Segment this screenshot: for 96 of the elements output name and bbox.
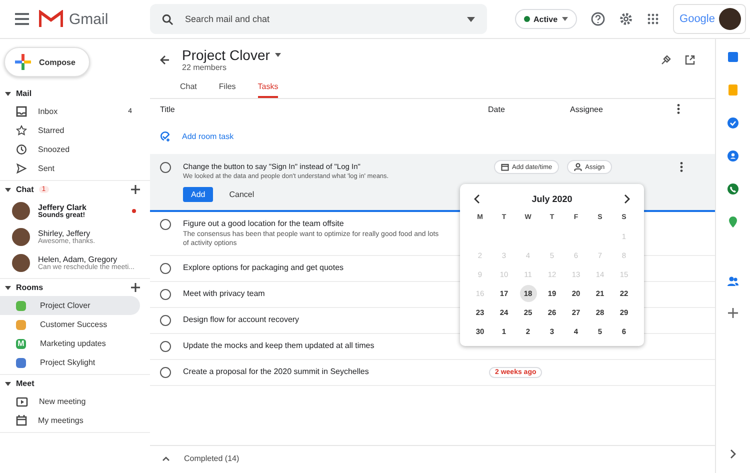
add-icon[interactable] xyxy=(131,185,140,194)
room-item[interactable]: M Marketing updates xyxy=(0,334,140,353)
column-header: Title xyxy=(160,104,176,114)
calendar-app-icon[interactable] xyxy=(727,51,739,63)
account-switcher[interactable]: Google xyxy=(672,4,746,34)
nav-item[interactable]: Starred xyxy=(0,121,150,140)
clock-icon xyxy=(16,144,27,155)
column-header: Date xyxy=(488,104,506,114)
brand-wordmark: Google xyxy=(680,13,715,25)
search-icon xyxy=(162,14,173,24)
search-bar[interactable]: Search mail and chat xyxy=(150,4,487,34)
task-checkbox[interactable] xyxy=(160,315,171,326)
avatar-circle xyxy=(12,228,30,246)
chevron-up-icon xyxy=(162,456,170,461)
section-heading[interactable]: Mail xyxy=(16,89,32,98)
calendar-icon xyxy=(16,415,27,426)
plus-icon xyxy=(15,54,31,70)
tab[interactable]: Chat xyxy=(180,78,197,98)
open-in-new-icon[interactable] xyxy=(685,54,695,64)
task-checkbox[interactable] xyxy=(160,341,171,352)
add-icon[interactable] xyxy=(728,308,738,318)
collapse-caret-icon[interactable] xyxy=(5,286,11,290)
maps-app-icon[interactable] xyxy=(727,216,739,228)
inbox-icon xyxy=(16,106,27,117)
settings-icon[interactable] xyxy=(618,12,633,26)
video-icon xyxy=(16,396,28,406)
add-room-task-button[interactable]: Add room task xyxy=(150,119,715,154)
chevron-right-icon[interactable] xyxy=(730,449,736,459)
chat-name: Shirley, Jeffery xyxy=(38,229,90,238)
nav-item[interactable]: Snoozed xyxy=(0,140,150,159)
member-count: 22 members xyxy=(182,63,228,72)
month-label: July 2020 xyxy=(532,194,572,204)
status-dropdown[interactable]: Active xyxy=(514,9,577,29)
add-task-icon xyxy=(160,131,171,142)
help-icon[interactable] xyxy=(590,12,605,26)
task-title[interactable]: Update the mocks and keep them updated at all times xyxy=(183,341,445,350)
room-title: Project Clover xyxy=(182,47,270,63)
avatar-circle xyxy=(719,8,741,30)
task-title[interactable]: Design flow for account recovery xyxy=(183,315,445,324)
task-title[interactable]: Meet with privacy team xyxy=(183,289,445,298)
people-app-icon[interactable] xyxy=(727,275,739,287)
phone-app-icon[interactable] xyxy=(727,183,739,195)
task-title[interactable]: Figure out a good location for the team offsite xyxy=(183,219,445,228)
task-title[interactable]: Explore options for packaging and get quotes xyxy=(183,263,445,272)
tasks-app-icon[interactable] xyxy=(727,117,739,129)
column-header: Assignee xyxy=(570,104,604,114)
section-heading[interactable]: Chat xyxy=(16,185,34,194)
more-options-icon[interactable] xyxy=(677,104,680,114)
collapse-caret-icon[interactable] xyxy=(5,92,11,96)
compose-button[interactable]: Compose xyxy=(4,47,90,77)
cancel-button[interactable]: Cancel xyxy=(223,187,260,202)
apps-grid-icon[interactable] xyxy=(646,13,659,25)
unread-dot xyxy=(132,209,136,213)
product-name: Gmail xyxy=(69,10,108,28)
add-button[interactable]: Add xyxy=(183,187,214,202)
star-icon xyxy=(16,125,27,136)
caret-icon xyxy=(562,17,568,21)
task-title[interactable]: Create a proposal for the 2020 summit in Seychelles xyxy=(183,367,445,376)
person-icon xyxy=(574,163,582,171)
send-icon xyxy=(16,163,27,174)
room-item[interactable]: Project Skylight xyxy=(0,353,140,372)
nav-item[interactable]: Sent xyxy=(0,159,150,178)
collapse-caret-icon[interactable] xyxy=(5,382,11,386)
more-options-icon[interactable] xyxy=(680,162,683,172)
collapse-caret-icon[interactable] xyxy=(5,188,11,192)
add-icon[interactable] xyxy=(131,283,140,292)
search-field[interactable]: Search mail and chat xyxy=(183,13,457,25)
task-checkbox[interactable] xyxy=(160,289,171,300)
task-checkbox[interactable] xyxy=(160,162,171,173)
avatar-circle xyxy=(12,202,30,220)
task-checkbox[interactable] xyxy=(160,219,171,230)
nav-item[interactable]: New meeting xyxy=(0,392,150,411)
menu-icon[interactable] xyxy=(15,13,29,25)
next-month-icon[interactable] xyxy=(624,194,630,204)
back-arrow-icon[interactable] xyxy=(160,54,170,64)
nav-item[interactable]: My meetings xyxy=(0,411,150,430)
task-checkbox[interactable] xyxy=(160,263,171,274)
calendar-icon xyxy=(501,163,509,171)
pin-icon[interactable] xyxy=(661,54,671,64)
contacts-app-icon[interactable] xyxy=(727,150,739,162)
task-checkbox[interactable] xyxy=(160,367,171,378)
chat-name: Jeffery Clark xyxy=(38,203,86,212)
room-item[interactable]: Customer Success xyxy=(0,315,140,334)
previous-month-icon[interactable] xyxy=(474,194,480,204)
section-heading[interactable]: Meet xyxy=(16,379,34,388)
section-heading[interactable]: Rooms xyxy=(16,283,44,292)
room-item[interactable]: Project Clover xyxy=(0,296,140,315)
caret-icon[interactable] xyxy=(274,53,281,57)
envelope-logo-icon xyxy=(39,10,63,28)
chat-name: Helen, Adam, Gregory xyxy=(38,255,118,264)
room-icon: M xyxy=(16,338,26,348)
completed-toggle[interactable]: Completed (14) xyxy=(150,446,715,473)
avatar-circle xyxy=(12,254,30,272)
tab[interactable]: Tasks xyxy=(258,78,278,98)
dropdown-caret-icon[interactable] xyxy=(467,16,475,22)
tab[interactable]: Files xyxy=(218,78,236,98)
